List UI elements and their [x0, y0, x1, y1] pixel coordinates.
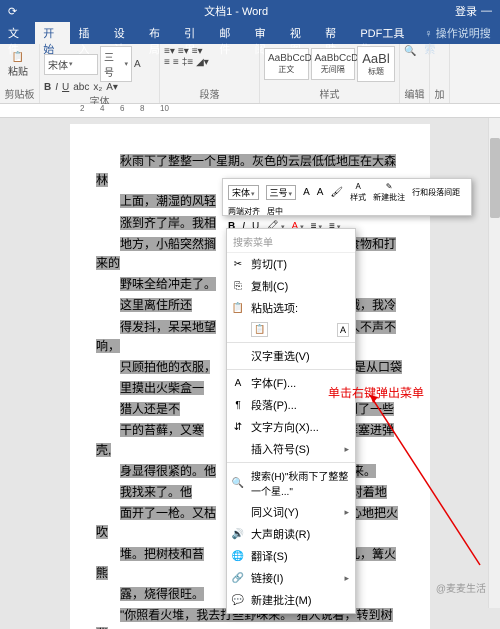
- ribbon: 📋粘贴 剪贴板 宋体 三号 A B I U abc x₂ A▾ 字体 ≡▾ ≡▾…: [0, 44, 500, 104]
- group-editing: 编辑: [404, 86, 425, 101]
- mini-size[interactable]: 三号: [266, 185, 297, 200]
- tab-insert[interactable]: 插入: [70, 22, 105, 44]
- mini-spacing[interactable]: 行和段落间距: [409, 186, 463, 199]
- mini-center[interactable]: 居中: [264, 205, 286, 218]
- menu-symbol[interactable]: 插入符号(S)▸: [227, 438, 355, 460]
- strike-icon[interactable]: abc: [73, 82, 89, 93]
- tab-mailings[interactable]: 邮件: [211, 22, 246, 44]
- mini-grow-icon[interactable]: A: [300, 186, 313, 199]
- textdir-icon: ⇵: [231, 420, 245, 434]
- menu-copy[interactable]: ⎘复制(C): [227, 275, 355, 297]
- menu-reconvert[interactable]: 汉字重选(V): [227, 345, 355, 367]
- menu-new-comment[interactable]: 💬新建批注(M): [227, 589, 355, 611]
- menu-search-web[interactable]: 🔍搜索(H)"秋雨下了整整一个星...": [227, 465, 355, 501]
- paste-button[interactable]: 📋粘贴: [4, 46, 32, 84]
- cut-icon: ✂: [231, 257, 245, 271]
- mini-comment[interactable]: ✎新建批注: [370, 181, 408, 204]
- paragraph-icon: ¶: [231, 398, 245, 412]
- context-menu: 搜索菜单 ✂剪切(T) ⎘复制(C) 📋粘贴选项: 📋 A 汉字重选(V) A字…: [226, 228, 356, 614]
- sub-icon[interactable]: x₂: [93, 82, 102, 93]
- menu-synonym[interactable]: 同义词(Y)▸: [227, 501, 355, 523]
- paste-option-buttons[interactable]: 📋 A: [227, 319, 355, 340]
- tab-view[interactable]: 视图: [282, 22, 317, 44]
- menu-search[interactable]: 搜索菜单: [227, 231, 355, 253]
- menu-textdir[interactable]: ⇵文字方向(X)...: [227, 416, 355, 438]
- bold-icon[interactable]: B: [44, 82, 51, 93]
- style-heading[interactable]: AaBl标题: [357, 46, 395, 82]
- annotation-label: 单击右键弹出菜单: [328, 384, 424, 401]
- menu-readaloud[interactable]: 🔊大声朗读(R): [227, 523, 355, 545]
- mini-shrink-icon[interactable]: A: [314, 186, 327, 199]
- style-nospace[interactable]: AaBbCcDt无间隔: [311, 48, 356, 80]
- font-family-select[interactable]: 宋体: [44, 54, 98, 75]
- bullets-icon[interactable]: ≡▾: [164, 46, 175, 57]
- tab-layout[interactable]: 布局: [141, 22, 176, 44]
- tab-review[interactable]: 审阅: [247, 22, 282, 44]
- menu-cut[interactable]: ✂剪切(T): [227, 253, 355, 275]
- paste-icon: 📋: [231, 301, 245, 315]
- scrollbar-thumb[interactable]: [490, 138, 500, 218]
- tell-me[interactable]: ♀ 操作说明搜索: [416, 22, 500, 44]
- group-paragraph: 段落: [164, 86, 255, 101]
- speaker-icon: 🔊: [231, 527, 245, 541]
- minimize-icon[interactable]: —: [481, 5, 492, 17]
- copy-icon: ⎘: [231, 279, 245, 293]
- horizontal-ruler[interactable]: 2 4 6 8 10: [0, 104, 500, 118]
- mini-justify[interactable]: 两端对齐: [225, 205, 263, 218]
- link-icon: 🔗: [231, 571, 245, 585]
- mini-font[interactable]: 宋体: [228, 185, 259, 200]
- qa-icon[interactable]: ⟳: [8, 5, 17, 18]
- underline-icon[interactable]: U: [62, 82, 69, 93]
- tab-file[interactable]: 文件: [0, 22, 35, 44]
- font-size-select[interactable]: 三号: [100, 46, 132, 82]
- grow-font-icon[interactable]: A: [134, 59, 141, 70]
- find-icon[interactable]: 🔍: [404, 46, 425, 57]
- tab-design[interactable]: 设计: [106, 22, 141, 44]
- align-left-icon[interactable]: ≡: [164, 57, 170, 68]
- mini-styles[interactable]: A样式: [347, 181, 369, 204]
- window-title: 文档1 - Word: [17, 3, 455, 19]
- menu-paste-options[interactable]: 📋粘贴选项:: [227, 297, 355, 319]
- login-button[interactable]: 登录: [455, 3, 477, 19]
- group-styles: 样式: [264, 86, 395, 101]
- tab-home[interactable]: 开始: [35, 22, 70, 44]
- comment-icon: 💬: [231, 593, 245, 607]
- numbering-icon[interactable]: ≡▾: [178, 46, 189, 57]
- translate-icon: 🌐: [231, 549, 245, 563]
- tab-references[interactable]: 引用: [176, 22, 211, 44]
- line-spacing-icon[interactable]: ‡≡: [182, 57, 193, 68]
- title-bar: ⟳ 文档1 - Word 登录 —: [0, 0, 500, 22]
- menu-link[interactable]: 🔗链接(I)▸: [227, 567, 355, 589]
- watermark: @麦麦生活: [436, 580, 486, 595]
- font-icon: A: [231, 376, 245, 390]
- mini-format-painter-icon[interactable]: 🖌: [327, 186, 346, 199]
- shading-icon[interactable]: ◢▾: [196, 57, 209, 68]
- italic-icon[interactable]: I: [55, 82, 58, 93]
- mini-toolbar: 宋体 三号 A A 🖌 A样式 ✎新建批注 行和段落间距 两端对齐 居中 B I…: [222, 178, 472, 216]
- font-effects-icon[interactable]: A▾: [106, 82, 118, 93]
- group-clipboard: 剪贴板: [4, 86, 35, 101]
- style-normal[interactable]: AaBbCcDt正文: [264, 48, 309, 80]
- align-center-icon[interactable]: ≡: [173, 57, 179, 68]
- tab-pdf[interactable]: PDF工具集: [352, 22, 416, 44]
- vertical-scrollbar[interactable]: [488, 118, 500, 608]
- multilevel-icon[interactable]: ≡▾: [192, 46, 203, 57]
- group-addons: 加: [434, 86, 445, 101]
- tab-help[interactable]: 帮助: [317, 22, 352, 44]
- ribbon-tabs: 文件 开始 插入 设计 布局 引用 邮件 审阅 视图 帮助 PDF工具集 ♀ 操…: [0, 22, 500, 44]
- search-icon: 🔍: [231, 476, 245, 490]
- menu-translate[interactable]: 🌐翻译(S): [227, 545, 355, 567]
